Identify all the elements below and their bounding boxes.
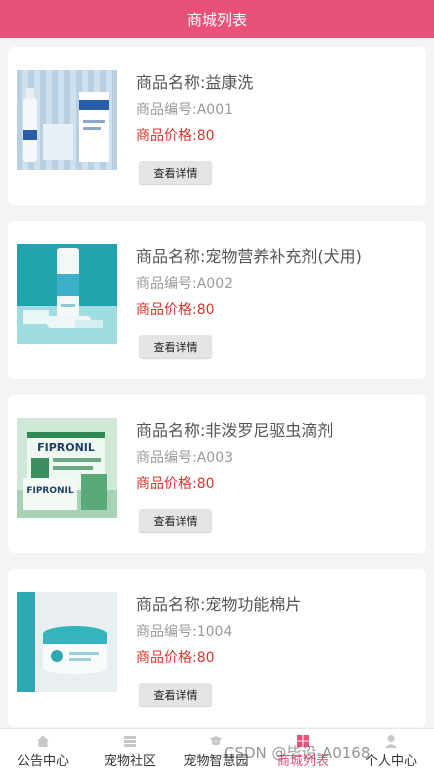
page-title: 商城列表 <box>186 10 247 29</box>
home-icon <box>37 735 49 747</box>
community-icon <box>124 736 136 747</box>
tab-pet-smart-park[interactable]: 宠物智慧园 <box>176 729 256 773</box>
product-card[interactable]: FIPRONIL FIPRONIL 商品名称:非泼罗尼驱虫滴剂 商品编号:A00… <box>8 395 426 553</box>
product-image <box>17 244 117 344</box>
tab-pet-community[interactable]: 宠物社区 <box>97 729 163 773</box>
tab-label: 商城列表 <box>276 754 329 769</box>
product-card[interactable]: 商品名称:益康洗 商品编号:A001 商品价格:80 查看详情 <box>8 47 426 205</box>
product-price: 商品价格:80 <box>136 650 215 666</box>
product-name: 商品名称:益康洗 <box>136 73 254 92</box>
product-list[interactable]: 商品名称:益康洗 商品编号:A001 商品价格:80 查看详情 商品名称:宠物营 <box>0 38 434 728</box>
view-details-button[interactable]: 查看详情 <box>139 335 212 358</box>
tab-announcements[interactable]: 公告中心 <box>10 729 76 773</box>
graduation-cap-icon <box>209 736 223 746</box>
view-details-button[interactable]: 查看详情 <box>139 683 212 706</box>
product-card[interactable]: 商品名称:宠物营养补充剂(犬用) 商品编号:A002 商品价格:80 查看详情 <box>8 221 426 379</box>
app-page: 商城列表 商品名称:益康洗 商品编号:A001 商品价格:80 查看详情 商品名… <box>0 0 434 773</box>
tab-label: 宠物智慧园 <box>183 754 249 769</box>
grid-icon <box>297 735 309 747</box>
tab-label: 个人中心 <box>364 754 417 769</box>
view-details-button[interactable]: 查看详情 <box>139 509 212 532</box>
product-image: FIPRONIL FIPRONIL <box>17 418 117 518</box>
bottom-tab-bar: 公告中心 宠物社区 宠物智慧园 商城列表 个人中心 <box>0 728 434 773</box>
product-code: 商品编号:A002 <box>136 276 234 292</box>
image-caption: FIPRONIL <box>37 441 95 454</box>
product-name: 商品名称:宠物营养补充剂(犬用) <box>136 247 362 266</box>
user-icon <box>385 735 397 748</box>
product-image <box>17 70 117 170</box>
tab-label: 宠物社区 <box>103 754 156 769</box>
product-price: 商品价格:80 <box>136 128 215 144</box>
product-code: 商品编号:A001 <box>136 102 234 118</box>
product-code: 商品编号:A003 <box>136 450 234 466</box>
view-details-button[interactable]: 查看详情 <box>139 161 212 184</box>
product-image <box>17 592 117 692</box>
tab-profile[interactable]: 个人中心 <box>358 729 424 773</box>
product-code: 商品编号:1004 <box>136 624 233 640</box>
product-price: 商品价格:80 <box>136 476 215 492</box>
tab-shop-list[interactable]: 商城列表 <box>270 729 336 773</box>
product-price: 商品价格:80 <box>136 302 215 318</box>
tab-label: 公告中心 <box>16 754 69 769</box>
svg-text:FIPRONIL: FIPRONIL <box>26 486 74 496</box>
product-card[interactable]: 商品名称:宠物功能棉片 商品编号:1004 商品价格:80 查看详情 <box>8 569 426 727</box>
app-header: 商城列表 <box>0 0 434 38</box>
product-name: 商品名称:非泼罗尼驱虫滴剂 <box>136 421 334 440</box>
product-name: 商品名称:宠物功能棉片 <box>136 595 302 614</box>
